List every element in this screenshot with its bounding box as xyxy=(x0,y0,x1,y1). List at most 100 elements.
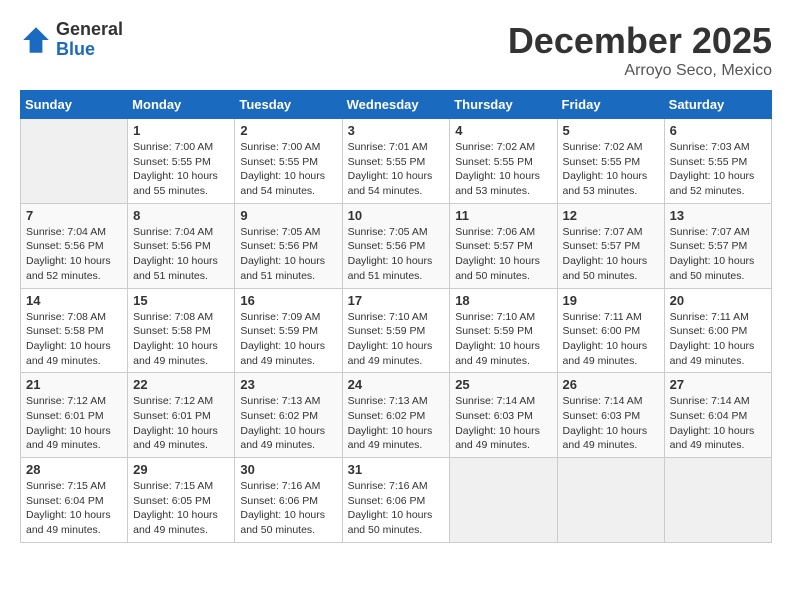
logo: General Blue xyxy=(20,20,123,60)
weekday-header: Friday xyxy=(557,91,664,119)
calendar-cell: 9 Sunrise: 7:05 AMSunset: 5:56 PMDaylight… xyxy=(235,203,342,288)
logo-general: General xyxy=(56,20,123,40)
day-number: 21 xyxy=(26,377,122,392)
day-number: 22 xyxy=(133,377,229,392)
day-number: 13 xyxy=(670,208,766,223)
day-info: Sunrise: 7:14 AMSunset: 6:04 PMDaylight:… xyxy=(670,394,766,453)
calendar-body: 1Sunrise: 7:00 AMSunset: 5:55 PMDaylight… xyxy=(21,119,772,543)
day-info: Sunrise: 7:15 AMSunset: 6:05 PMDaylight:… xyxy=(133,479,229,538)
weekday-header: Monday xyxy=(128,91,235,119)
day-number: 9 xyxy=(240,208,336,223)
day-number: 10 xyxy=(348,208,445,223)
calendar-cell: 8 Sunrise: 7:04 AMSunset: 5:56 PMDaylight… xyxy=(128,203,235,288)
calendar-cell: 14 Sunrise: 7:08 AMSunset: 5:58 PMDayligh… xyxy=(21,288,128,373)
calendar-cell: 24 Sunrise: 7:13 AMSunset: 6:02 PMDayligh… xyxy=(342,373,450,458)
calendar-cell: 31 Sunrise: 7:16 AMSunset: 6:06 PMDayligh… xyxy=(342,458,450,543)
calendar-cell: 12 Sunrise: 7:07 AMSunset: 5:57 PMDayligh… xyxy=(557,203,664,288)
page-header: General Blue December 2025 Arroyo Seco, … xyxy=(20,20,772,80)
calendar-cell: 19 Sunrise: 7:11 AMSunset: 6:00 PMDayligh… xyxy=(557,288,664,373)
calendar-cell: 4 Sunrise: 7:02 AMSunset: 5:55 PMDaylight… xyxy=(450,119,557,204)
day-info: Sunrise: 7:04 AMSunset: 5:56 PMDaylight:… xyxy=(26,225,122,284)
day-number: 24 xyxy=(348,377,445,392)
weekday-row: SundayMondayTuesdayWednesdayThursdayFrid… xyxy=(21,91,772,119)
calendar-cell: 30Sunrise: 7:16 AMSunset: 6:06 PMDayligh… xyxy=(235,458,342,543)
calendar-week-row: 1Sunrise: 7:00 AMSunset: 5:55 PMDaylight… xyxy=(21,119,772,204)
calendar-cell: 20Sunrise: 7:11 AMSunset: 6:00 PMDayligh… xyxy=(664,288,771,373)
day-info: Sunrise: 7:10 AMSunset: 5:59 PMDaylight:… xyxy=(455,310,551,369)
calendar-cell: 25Sunrise: 7:14 AMSunset: 6:03 PMDayligh… xyxy=(450,373,557,458)
day-info: Sunrise: 7:11 AMSunset: 6:00 PMDaylight:… xyxy=(563,310,659,369)
day-info: Sunrise: 7:14 AMSunset: 6:03 PMDaylight:… xyxy=(455,394,551,453)
day-info: Sunrise: 7:02 AMSunset: 5:55 PMDaylight:… xyxy=(455,140,551,199)
day-number: 27 xyxy=(670,377,766,392)
weekday-header: Thursday xyxy=(450,91,557,119)
day-number: 6 xyxy=(670,123,766,138)
calendar-cell: 6Sunrise: 7:03 AMSunset: 5:55 PMDaylight… xyxy=(664,119,771,204)
calendar-cell xyxy=(557,458,664,543)
calendar-cell: 23Sunrise: 7:13 AMSunset: 6:02 PMDayligh… xyxy=(235,373,342,458)
calendar-cell: 22Sunrise: 7:12 AMSunset: 6:01 PMDayligh… xyxy=(128,373,235,458)
day-number: 17 xyxy=(348,293,445,308)
day-info: Sunrise: 7:12 AMSunset: 6:01 PMDaylight:… xyxy=(26,394,122,453)
calendar-week-row: 21 Sunrise: 7:12 AMSunset: 6:01 PMDayligh… xyxy=(21,373,772,458)
calendar-table: SundayMondayTuesdayWednesdayThursdayFrid… xyxy=(20,90,772,543)
day-info: Sunrise: 7:10 AMSunset: 5:59 PMDaylight:… xyxy=(348,310,445,369)
month-title: December 2025 xyxy=(508,20,772,62)
day-info: Sunrise: 7:16 AMSunset: 6:06 PMDaylight:… xyxy=(348,479,445,538)
calendar-cell: 3Sunrise: 7:01 AMSunset: 5:55 PMDaylight… xyxy=(342,119,450,204)
calendar-cell: 5 Sunrise: 7:02 AMSunset: 5:55 PMDaylight… xyxy=(557,119,664,204)
day-info: Sunrise: 7:04 AMSunset: 5:56 PMDaylight:… xyxy=(133,225,229,284)
day-info: Sunrise: 7:05 AMSunset: 5:56 PMDaylight:… xyxy=(348,225,445,284)
day-number: 11 xyxy=(455,208,551,223)
calendar-cell: 15Sunrise: 7:08 AMSunset: 5:58 PMDayligh… xyxy=(128,288,235,373)
logo-blue: Blue xyxy=(56,40,123,60)
day-info: Sunrise: 7:08 AMSunset: 5:58 PMDaylight:… xyxy=(26,310,122,369)
day-number: 15 xyxy=(133,293,229,308)
day-number: 29 xyxy=(133,462,229,477)
calendar-cell: 28 Sunrise: 7:15 AMSunset: 6:04 PMDayligh… xyxy=(21,458,128,543)
calendar-header: SundayMondayTuesdayWednesdayThursdayFrid… xyxy=(21,91,772,119)
calendar-cell: 27 Sunrise: 7:14 AMSunset: 6:04 PMDayligh… xyxy=(664,373,771,458)
day-info: Sunrise: 7:02 AMSunset: 5:55 PMDaylight:… xyxy=(563,140,659,199)
day-number: 3 xyxy=(348,123,445,138)
day-number: 18 xyxy=(455,293,551,308)
day-number: 8 xyxy=(133,208,229,223)
day-info: Sunrise: 7:07 AMSunset: 5:57 PMDaylight:… xyxy=(563,225,659,284)
calendar-cell: 2Sunrise: 7:00 AMSunset: 5:55 PMDaylight… xyxy=(235,119,342,204)
day-number: 20 xyxy=(670,293,766,308)
day-number: 4 xyxy=(455,123,551,138)
calendar-cell: 16 Sunrise: 7:09 AMSunset: 5:59 PMDayligh… xyxy=(235,288,342,373)
day-info: Sunrise: 7:06 AMSunset: 5:57 PMDaylight:… xyxy=(455,225,551,284)
title-block: December 2025 Arroyo Seco, Mexico xyxy=(508,20,772,80)
day-info: Sunrise: 7:05 AMSunset: 5:56 PMDaylight:… xyxy=(240,225,336,284)
day-number: 1 xyxy=(133,123,229,138)
day-info: Sunrise: 7:13 AMSunset: 6:02 PMDaylight:… xyxy=(240,394,336,453)
day-number: 31 xyxy=(348,462,445,477)
weekday-header: Sunday xyxy=(21,91,128,119)
day-number: 28 xyxy=(26,462,122,477)
location: Arroyo Seco, Mexico xyxy=(508,62,772,80)
day-number: 26 xyxy=(563,377,659,392)
weekday-header: Saturday xyxy=(664,91,771,119)
day-number: 12 xyxy=(563,208,659,223)
calendar-week-row: 14 Sunrise: 7:08 AMSunset: 5:58 PMDayligh… xyxy=(21,288,772,373)
day-number: 2 xyxy=(240,123,336,138)
day-number: 7 xyxy=(26,208,122,223)
calendar-cell: 21 Sunrise: 7:12 AMSunset: 6:01 PMDayligh… xyxy=(21,373,128,458)
calendar-week-row: 7 Sunrise: 7:04 AMSunset: 5:56 PMDaylight… xyxy=(21,203,772,288)
day-number: 19 xyxy=(563,293,659,308)
logo-text: General Blue xyxy=(56,20,123,60)
day-number: 14 xyxy=(26,293,122,308)
day-info: Sunrise: 7:13 AMSunset: 6:02 PMDaylight:… xyxy=(348,394,445,453)
day-number: 16 xyxy=(240,293,336,308)
logo-icon xyxy=(20,24,52,56)
calendar-cell: 18 Sunrise: 7:10 AMSunset: 5:59 PMDayligh… xyxy=(450,288,557,373)
calendar-cell: 11 Sunrise: 7:06 AMSunset: 5:57 PMDayligh… xyxy=(450,203,557,288)
day-number: 30 xyxy=(240,462,336,477)
calendar-cell xyxy=(21,119,128,204)
day-info: Sunrise: 7:15 AMSunset: 6:04 PMDaylight:… xyxy=(26,479,122,538)
calendar-cell: 17 Sunrise: 7:10 AMSunset: 5:59 PMDayligh… xyxy=(342,288,450,373)
day-number: 5 xyxy=(563,123,659,138)
day-info: Sunrise: 7:09 AMSunset: 5:59 PMDaylight:… xyxy=(240,310,336,369)
day-info: Sunrise: 7:14 AMSunset: 6:03 PMDaylight:… xyxy=(563,394,659,453)
